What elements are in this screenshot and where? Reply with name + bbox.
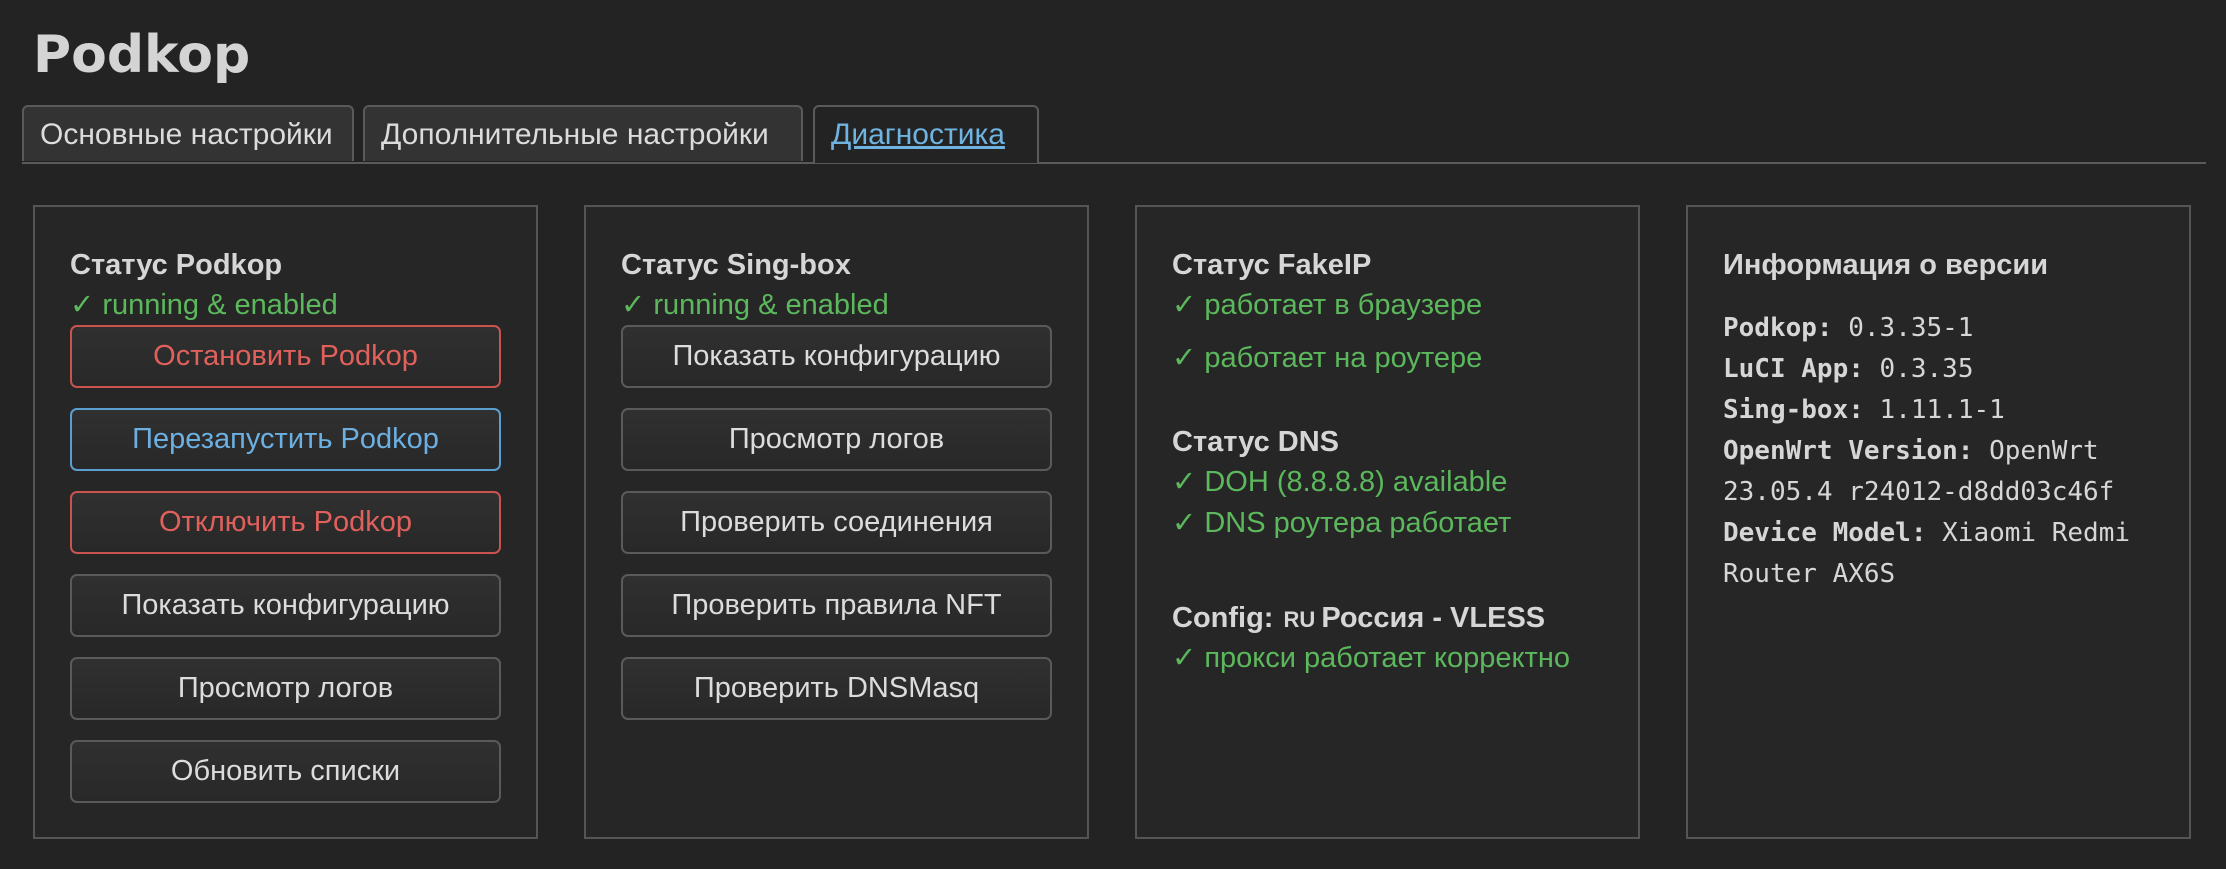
device-model-cont: Router AX6S [1723,559,1896,589]
version-podkop: Podkop: 0.3.35-1 [1723,308,1973,349]
podkop-status-panel: Статус Podkop ✓ running & enabled Останов… [33,205,538,839]
check-dnsmasq-button[interactable]: Проверить DNSMasq [621,657,1052,720]
dns-router-status: ✓ DNS роутера работает [1172,505,1511,541]
podkop-status-value: running & enabled [102,289,338,321]
version-openwrt-cont: 23.05.4 r24012-d8dd03c46f [1723,477,2115,507]
config-title: Config: RU Россия - VLESS [1172,600,1545,638]
fakeip-browser-status: ✓ работает в браузере [1172,287,1482,323]
stop-podkop-button[interactable]: Остановить Podkop [70,325,501,388]
podkop-view-logs-button[interactable]: Просмотр логов [70,657,501,720]
singbox-show-config-button[interactable]: Показать конфигурацию [621,325,1052,388]
fakeip-router-text: работает на роутере [1204,342,1483,374]
singbox-view-logs-button[interactable]: Просмотр логов [621,408,1052,471]
tab-advanced-settings[interactable]: Дополнительные настройки [363,105,803,161]
restart-podkop-button[interactable]: Перезапустить Podkop [70,408,501,471]
fakeip-status-panel: Статус FakeIP ✓ работает в браузере ✓ рабо… [1135,205,1640,839]
version-key: LuCI App: [1723,354,1864,384]
check-icon: ✓ [1172,642,1197,674]
config-status-text: прокси работает корректно [1204,642,1570,674]
tab-main-settings[interactable]: Основные настройки [22,105,354,161]
check-icon: ✓ [1172,466,1197,498]
page-title: Podkop [33,25,251,85]
check-nft-rules-button[interactable]: Проверить правила NFT [621,574,1052,637]
version-value: 1.11.1-1 [1879,395,2005,425]
check-icon: ✓ [1172,289,1197,321]
check-icon: ✓ [621,289,646,321]
fakeip-router-status: ✓ работает на роутере [1172,340,1482,376]
dns-doh-status: ✓ DOH (8.8.8.8) available [1172,464,1507,500]
podkop-show-config-button[interactable]: Показать конфигурацию [70,574,501,637]
config-name: Россия - VLESS [1321,602,1546,634]
disable-podkop-button[interactable]: Отключить Podkop [70,491,501,554]
tab-bar: Основные настройки Дополнительные настро… [22,105,2206,164]
singbox-status-title: Статус Sing-box [621,249,851,281]
version-info-panel: Информация о версии Podkop: 0.3.35-1 LuC… [1686,205,2191,839]
check-connections-button[interactable]: Проверить соединения [621,491,1052,554]
update-lists-button[interactable]: Обновить списки [70,740,501,803]
version-openwrt: OpenWrt Version: OpenWrt [1723,431,2099,472]
singbox-status-value: running & enabled [653,289,889,321]
version-singbox: Sing-box: 1.11.1-1 [1723,390,2005,431]
version-value: OpenWrt [1989,436,2099,466]
singbox-status-panel: Статус Sing-box ✓ running & enabled Показ… [584,205,1089,839]
config-proxy-status: ✓ прокси работает корректно [1172,640,1570,676]
check-icon: ✓ [1172,507,1197,539]
version-value: 0.3.35 [1879,354,1974,384]
fakeip-browser-text: работает в браузере [1204,289,1483,321]
dns-status-title: Статус DNS [1172,426,1340,458]
version-luci: LuCI App: 0.3.35 [1723,349,1973,390]
dns-doh-text: DOH (8.8.8.8) available [1204,466,1508,498]
version-key: Device Model: [1723,518,1927,548]
version-key: Sing-box: [1723,395,1864,425]
check-icon: ✓ [1172,342,1197,374]
check-icon: ✓ [70,289,95,321]
dns-router-text: DNS роутера работает [1204,507,1512,539]
version-value: Xiaomi Redmi [1942,518,2130,548]
version-value: 0.3.35-1 [1848,313,1974,343]
tab-diagnostics[interactable]: Диагностика [813,105,1039,163]
version-key: OpenWrt Version: [1723,436,1974,466]
version-key: Podkop: [1723,313,1833,343]
device-model: Device Model: Xiaomi Redmi [1723,513,2130,554]
podkop-status-text: ✓ running & enabled [70,287,338,323]
config-label: Config: [1172,602,1274,634]
singbox-status-text: ✓ running & enabled [621,287,889,323]
flag-ru-icon: RU [1283,607,1316,632]
podkop-status-title: Статус Podkop [70,249,283,281]
fakeip-status-title: Статус FakeIP [1172,249,1372,281]
version-info-title: Информация о версии [1723,249,2049,281]
